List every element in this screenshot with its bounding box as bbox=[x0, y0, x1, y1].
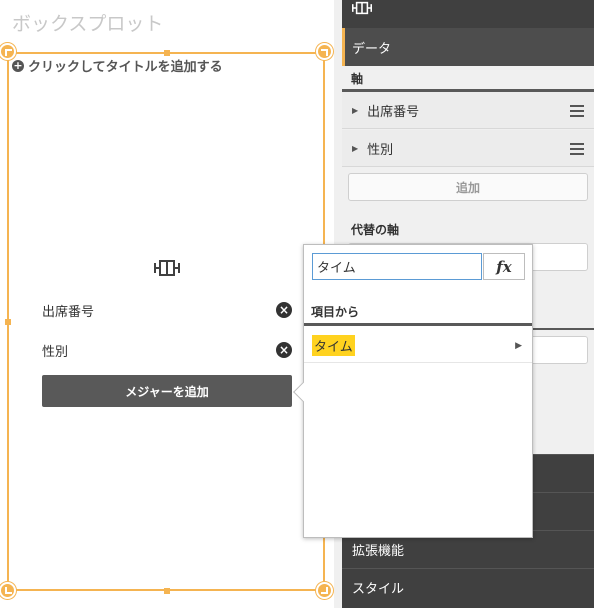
add-measure-button[interactable]: メジャーを追加 bbox=[42, 375, 292, 407]
plus-circle-icon: + bbox=[12, 58, 24, 72]
fx-icon: fx bbox=[496, 257, 512, 276]
axis-item-label: 出席番号 bbox=[367, 104, 420, 120]
caret-right-icon: ▶ bbox=[515, 340, 522, 351]
boxplot-icon bbox=[154, 260, 180, 276]
chart-title[interactable]: ボックスプロット bbox=[12, 9, 163, 36]
axis-item[interactable]: ▶ 出席番号 bbox=[342, 92, 594, 129]
panel-header bbox=[342, 0, 594, 28]
expression-editor-button[interactable]: fx bbox=[483, 253, 525, 280]
add-title-label: クリックしてタイトルを追加する bbox=[28, 60, 223, 75]
axis-item-label: 性別 bbox=[367, 142, 394, 158]
resize-handle-bottom-right[interactable] bbox=[316, 582, 333, 599]
drag-handle-icon[interactable] bbox=[570, 143, 584, 158]
remove-circle-icon[interactable]: × bbox=[276, 302, 292, 318]
field-search-popup: fx 項目から タイム ▶ bbox=[293, 244, 533, 538]
remove-circle-icon[interactable]: × bbox=[276, 342, 292, 358]
add-axis-button[interactable]: 追加 bbox=[348, 173, 588, 201]
dimension-row: 性別 × bbox=[42, 339, 292, 361]
chart-canvas: ボックスプロット + クリックしてタイトルを追加する 出席番号 × 性別 × メ… bbox=[0, 0, 340, 608]
dimension-row: 出席番号 × bbox=[42, 299, 292, 321]
resize-handle-bottom[interactable] bbox=[164, 588, 170, 594]
selection-frame bbox=[7, 52, 325, 591]
axis-item[interactable]: ▶ 性別 bbox=[342, 130, 594, 167]
dimension-label: 性別 bbox=[42, 344, 69, 360]
add-title-link[interactable]: + クリックしてタイトルを追加する bbox=[12, 56, 223, 75]
boxplot-icon bbox=[352, 1, 372, 15]
field-result-label: タイム bbox=[312, 335, 355, 356]
field-search-input[interactable] bbox=[312, 253, 482, 280]
from-fields-heading: 項目から bbox=[304, 303, 532, 326]
caret-right-icon: ▶ bbox=[352, 143, 359, 153]
caret-right-icon: ▶ bbox=[352, 105, 359, 115]
field-result-item[interactable]: タイム ▶ bbox=[304, 329, 532, 363]
alt-axis-heading: 代替の軸 bbox=[351, 223, 400, 237]
axis-section-heading: 軸 bbox=[342, 70, 594, 92]
drag-handle-icon[interactable] bbox=[570, 105, 584, 120]
dimension-label: 出席番号 bbox=[42, 304, 95, 320]
panel-nav-style[interactable]: スタイル bbox=[342, 568, 594, 606]
resize-handle-left[interactable] bbox=[5, 319, 11, 325]
resize-handle-top-right[interactable] bbox=[316, 43, 333, 60]
tab-data[interactable]: データ bbox=[342, 28, 594, 66]
resize-handle-bottom-left[interactable] bbox=[0, 582, 16, 599]
